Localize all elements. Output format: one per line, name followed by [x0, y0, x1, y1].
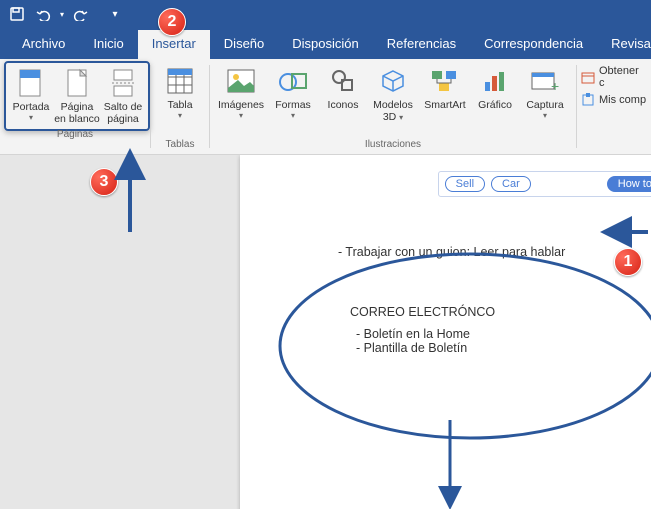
- tab-archivo[interactable]: Archivo: [8, 30, 79, 59]
- tab-inicio[interactable]: Inicio: [79, 30, 137, 59]
- icons-icon: [327, 65, 359, 97]
- store-icon: [581, 70, 595, 84]
- dropdown-icon: ▾: [239, 111, 243, 120]
- doc-bullet-1[interactable]: Boletín en la Home: [368, 327, 470, 341]
- doc-bullets[interactable]: Boletín en la Home Plantilla de Boletín: [368, 327, 470, 355]
- tabla-button[interactable]: Tabla ▾: [157, 63, 203, 122]
- group-tablas: Tabla ▾ Tablas: [151, 59, 209, 154]
- iconos-button[interactable]: Iconos: [320, 63, 366, 113]
- dropdown-icon: ▾: [29, 113, 33, 122]
- dropdown-icon: ▾: [543, 111, 547, 120]
- portada-button[interactable]: Portada ▾: [8, 65, 54, 127]
- page: Sell Car How to Trabajar con un guion: L…: [240, 155, 651, 509]
- group-addins: Obtener c Mis comp: [577, 59, 651, 154]
- ribbon: Portada ▾ Página en blanco Salto de pági…: [0, 59, 651, 155]
- save-icon[interactable]: [4, 3, 30, 25]
- ribbon-tabs: Archivo Inicio Insertar Diseño Disposici…: [0, 28, 651, 59]
- doc-line-guion[interactable]: Trabajar con un guion: Leer para hablar: [350, 245, 565, 259]
- annotation-callout-2: 2: [158, 8, 186, 36]
- captura-button[interactable]: + Captura ▾: [520, 63, 570, 122]
- tab-revisar[interactable]: Revisar: [597, 30, 651, 59]
- doc-section-title[interactable]: CORREO ELECTRÓNCO: [350, 305, 495, 319]
- smartart-icon: [429, 65, 461, 97]
- chart-icon: [479, 65, 511, 97]
- annotation-callout-3: 3: [90, 168, 118, 196]
- mis-complementos-button[interactable]: Mis comp: [581, 93, 647, 107]
- tag-row: Sell Car How to: [438, 171, 651, 197]
- undo-icon[interactable]: [30, 3, 56, 25]
- svg-text:+: +: [551, 78, 559, 93]
- undo-dropdown-icon[interactable]: ▾: [56, 3, 68, 25]
- tab-correspondencia[interactable]: Correspondencia: [470, 30, 597, 59]
- group-paginas-highlight: Portada ▾ Página en blanco Salto de pági…: [4, 61, 150, 131]
- blank-page-button[interactable]: Página en blanco: [54, 65, 100, 127]
- shapes-icon: [277, 65, 309, 97]
- obtener-complementos-button[interactable]: Obtener c: [581, 65, 647, 89]
- title-bar: ▾ ▾: [0, 0, 651, 28]
- screenshot-icon: +: [529, 65, 561, 97]
- blank-page-icon: [61, 67, 93, 99]
- doc-bullet-2[interactable]: Plantilla de Boletín: [368, 341, 470, 355]
- qat-customize-icon[interactable]: ▾: [102, 3, 128, 25]
- dropdown-icon: ▾: [178, 111, 182, 120]
- tab-disposicion[interactable]: Disposición: [278, 30, 372, 59]
- page-break-icon: [107, 67, 139, 99]
- cover-page-icon: [15, 67, 47, 99]
- tab-referencias[interactable]: Referencias: [373, 30, 470, 59]
- page-break-button[interactable]: Salto de página: [100, 65, 146, 127]
- group-label-tablas: Tablas: [166, 139, 195, 152]
- group-ilustraciones: Imágenes ▾ Formas ▾ Iconos Modelos 3D ▾ …: [210, 59, 576, 154]
- imagenes-button[interactable]: Imágenes ▾: [216, 63, 266, 122]
- grafico-button[interactable]: Gráfico: [472, 63, 518, 113]
- group-label-paginas: Páginas: [57, 129, 93, 142]
- tag-howto[interactable]: How to: [607, 176, 651, 192]
- dropdown-icon: ▾: [291, 111, 295, 120]
- formas-button[interactable]: Formas ▾: [268, 63, 318, 122]
- 3d-models-icon: [377, 65, 409, 97]
- tag-car[interactable]: Car: [491, 176, 531, 192]
- addins-icon: [581, 93, 595, 107]
- annotation-callout-1: 1: [614, 248, 642, 276]
- tab-diseno[interactable]: Diseño: [210, 30, 278, 59]
- table-icon: [164, 65, 196, 97]
- group-label-ilustraciones: Ilustraciones: [365, 139, 421, 152]
- modelos3d-button[interactable]: Modelos 3D ▾: [368, 63, 418, 125]
- document-canvas[interactable]: Sell Car How to Trabajar con un guion: L…: [0, 155, 651, 509]
- portada-label: Portada: [13, 101, 50, 113]
- tag-sell[interactable]: Sell: [445, 176, 485, 192]
- redo-icon[interactable]: [68, 3, 94, 25]
- pictures-icon: [225, 65, 257, 97]
- smartart-button[interactable]: SmartArt: [420, 63, 470, 113]
